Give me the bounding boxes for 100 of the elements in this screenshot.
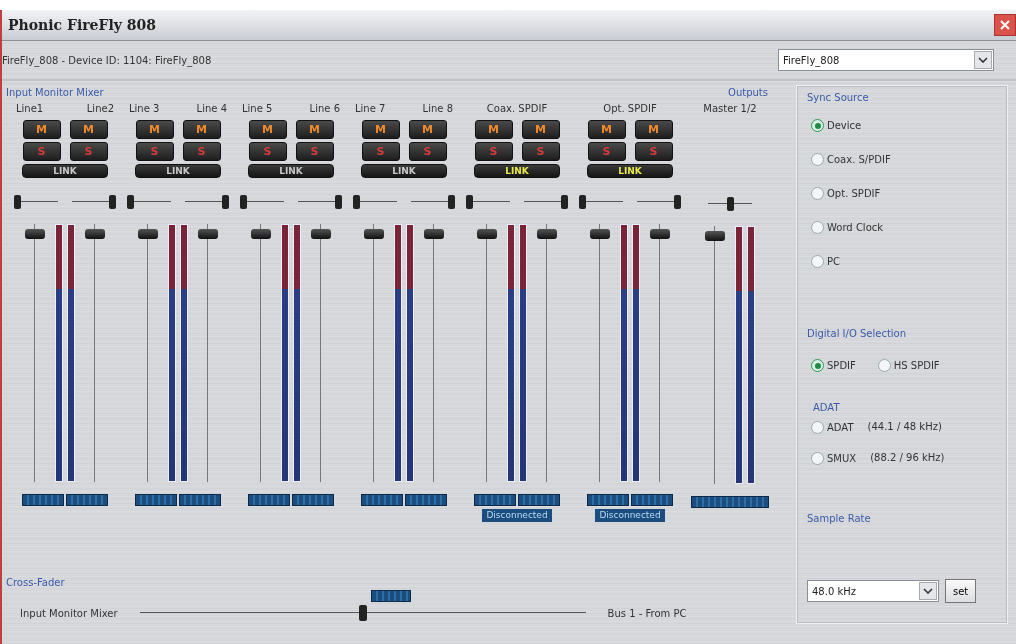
slider-thumb[interactable] [335, 195, 342, 209]
fader-thumb[interactable] [705, 230, 725, 241]
radio-option[interactable]: HS SPDIF [877, 359, 940, 372]
sample-rate-dropdown[interactable]: 48.0 kHz [807, 580, 939, 602]
radio-option[interactable]: Word Clock [811, 221, 997, 234]
radio-button[interactable] [811, 153, 824, 166]
rate-range: (88.2 / 96 kHz) [870, 452, 945, 465]
radio-option[interactable]: SPDIF [811, 359, 856, 372]
radio-option[interactable]: PC [811, 255, 997, 268]
solo-button[interactable]: S [474, 142, 513, 161]
fader-thumb[interactable] [650, 228, 670, 239]
slider-thumb[interactable] [14, 195, 21, 209]
slider-thumb[interactable] [448, 195, 455, 209]
solo-button[interactable]: S [248, 142, 287, 161]
radio-button[interactable] [811, 359, 824, 372]
channel-label: Line1 [16, 102, 44, 114]
link-button[interactable]: LINK [22, 164, 108, 178]
slider-thumb[interactable] [222, 195, 229, 209]
level-readout [474, 494, 516, 506]
link-button[interactable]: LINK [474, 164, 560, 178]
solo-button[interactable]: S [22, 142, 61, 161]
solo-button[interactable]: S [521, 142, 560, 161]
pan-slider[interactable] [524, 194, 568, 210]
radio-option[interactable]: SMUX [811, 452, 857, 465]
radio-option[interactable]: Opt. SPDIF [811, 187, 997, 200]
pan-slider[interactable] [127, 194, 171, 210]
radio-option[interactable]: Coax. S/PDIF [811, 153, 997, 166]
fader-thumb[interactable] [25, 228, 45, 239]
fader-thumb[interactable] [85, 228, 105, 239]
solo-button[interactable]: S [69, 142, 108, 161]
close-button[interactable] [994, 14, 1016, 36]
pan-slider[interactable] [298, 194, 342, 210]
link-button[interactable]: LINK [135, 164, 221, 178]
pan-slider[interactable] [466, 194, 510, 210]
channel-label: Line 6 [309, 102, 340, 114]
fader-thumb[interactable] [198, 228, 218, 239]
solo-button[interactable]: S [135, 142, 174, 161]
mute-button[interactable]: M [182, 120, 221, 139]
status-label: Disconnected [595, 509, 665, 522]
mute-button[interactable]: M [361, 120, 400, 139]
slider-thumb[interactable] [358, 605, 367, 621]
mute-button[interactable]: M [135, 120, 174, 139]
slider-thumb[interactable] [726, 197, 734, 211]
channel-label: Opt. SPDIF [603, 102, 657, 114]
solo-button[interactable]: S [634, 142, 673, 161]
mute-button[interactable]: M [587, 120, 626, 139]
solo-button[interactable]: S [361, 142, 400, 161]
solo-button[interactable]: S [587, 142, 626, 161]
mute-button[interactable]: M [248, 120, 287, 139]
solo-button[interactable]: S [295, 142, 334, 161]
link-button[interactable]: LINK [361, 164, 447, 178]
slider-thumb[interactable] [109, 195, 116, 209]
pan-slider[interactable] [72, 194, 116, 210]
fader-thumb[interactable] [590, 228, 610, 239]
slider-thumb[interactable] [353, 195, 360, 209]
radio-button[interactable] [811, 452, 824, 465]
set-button[interactable]: set [945, 579, 977, 603]
pan-slider[interactable] [579, 194, 623, 210]
radio-button[interactable] [877, 359, 891, 372]
pan-slider[interactable] [14, 194, 58, 210]
slider-thumb[interactable] [579, 195, 586, 209]
slider-thumb[interactable] [674, 195, 681, 209]
mute-button[interactable]: M [521, 120, 560, 139]
fader-thumb[interactable] [311, 228, 331, 239]
mute-button[interactable]: M [69, 120, 108, 139]
radio-option[interactable]: Device [811, 119, 997, 132]
link-button[interactable]: LINK [587, 164, 673, 178]
mute-button[interactable]: M [408, 120, 447, 139]
radio-button[interactable] [811, 421, 824, 434]
fader-thumb[interactable] [537, 228, 557, 239]
fader-thumb[interactable] [138, 228, 158, 239]
radio-button[interactable] [811, 119, 824, 132]
section-title: Sample Rate [807, 513, 872, 524]
radio-button[interactable] [811, 255, 824, 268]
mute-button[interactable]: M [474, 120, 513, 139]
slider-thumb[interactable] [466, 195, 473, 209]
section-title: Sync Source [807, 92, 870, 103]
fader-thumb[interactable] [364, 228, 384, 239]
mute-button[interactable]: M [22, 120, 61, 139]
pan-slider[interactable] [637, 194, 681, 210]
mute-button[interactable]: M [295, 120, 334, 139]
pan-slider[interactable] [240, 194, 284, 210]
fader-thumb[interactable] [424, 228, 444, 239]
slider-thumb[interactable] [561, 195, 568, 209]
fader-thumb[interactable] [251, 228, 271, 239]
device-dropdown[interactable]: FireFly_808 [778, 49, 994, 71]
link-button[interactable]: LINK [248, 164, 334, 178]
radio-button[interactable] [811, 221, 824, 234]
window-title: Phonic FireFly 808 [7, 17, 156, 33]
fader-thumb[interactable] [477, 228, 497, 239]
mute-button[interactable]: M [634, 120, 673, 139]
slider-thumb[interactable] [127, 195, 134, 209]
radio-option[interactable]: ADAT [811, 421, 854, 434]
radio-button[interactable] [811, 187, 824, 200]
slider-thumb[interactable] [240, 195, 247, 209]
solo-button[interactable]: S [408, 142, 447, 161]
pan-slider[interactable] [185, 194, 229, 210]
pan-slider[interactable] [411, 194, 455, 210]
solo-button[interactable]: S [182, 142, 221, 161]
pan-slider[interactable] [353, 194, 397, 210]
